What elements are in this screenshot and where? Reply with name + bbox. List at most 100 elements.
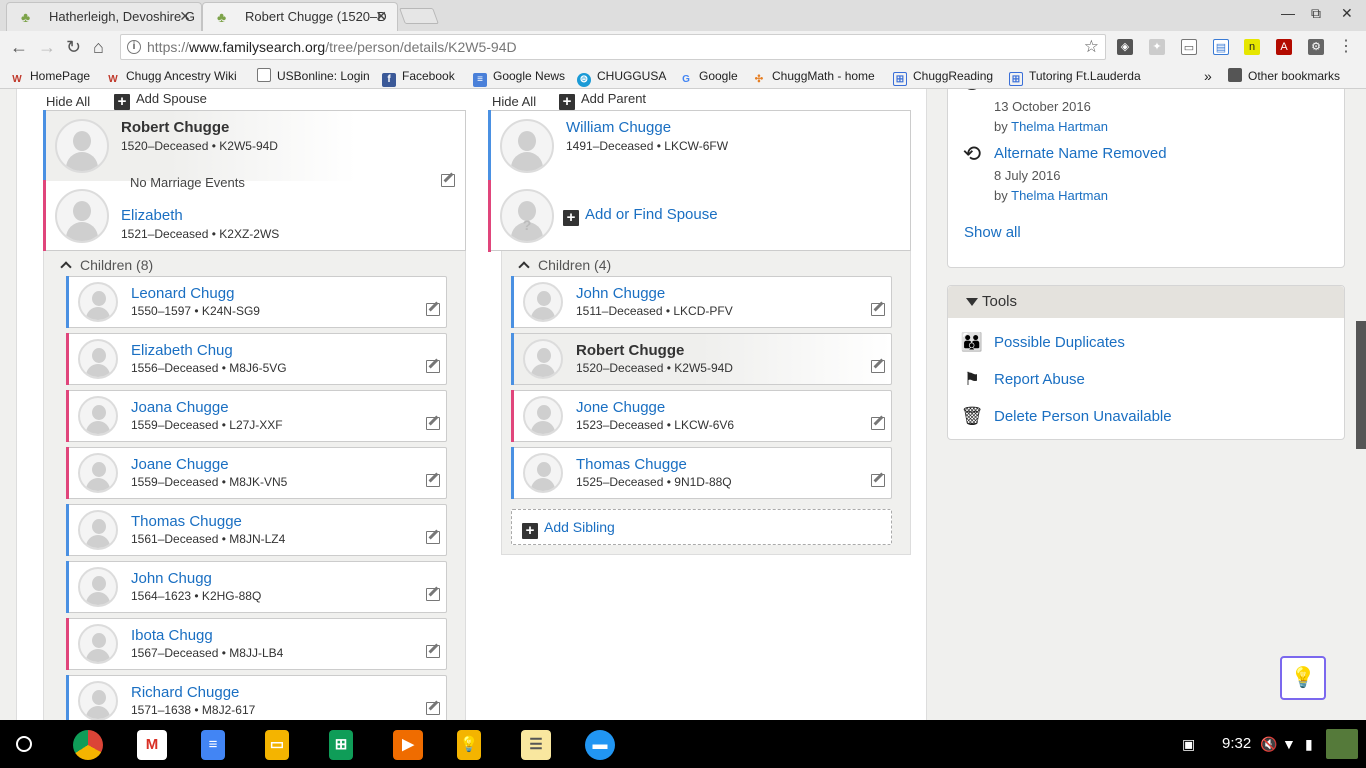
- bookmark-facebook[interactable]: f Facebook: [382, 68, 455, 87]
- cast-icon[interactable]: ▭: [1181, 39, 1197, 55]
- edit-couple-icon[interactable]: [441, 174, 455, 187]
- possible-duplicates-link[interactable]: Possible Duplicates: [994, 334, 1125, 351]
- edit-relationship-icon[interactable]: [426, 588, 440, 601]
- person-lifespan-id: 1559–Deceased • M8JK-VN5: [131, 475, 288, 489]
- person-name-link[interactable]: John Chugg: [131, 570, 212, 587]
- siblings-toggle[interactable]: Children (4): [516, 257, 611, 273]
- back-icon[interactable]: ←: [10, 37, 28, 57]
- bookmark-google[interactable]: G Google: [679, 68, 738, 87]
- pdf-icon[interactable]: A: [1276, 39, 1292, 55]
- edit-relationship-icon[interactable]: [426, 417, 440, 430]
- other-bookmarks[interactable]: Other bookmarks: [1228, 68, 1340, 84]
- change-title-link[interactable]: Alternate Name Removed: [994, 145, 1167, 162]
- gmail-icon[interactable]: M: [137, 730, 167, 760]
- tab-hatherleigh[interactable]: ♣ Hatherleigh, Devoshire G ✕: [6, 2, 202, 31]
- edit-relationship-icon[interactable]: [426, 360, 440, 373]
- edit-relationship-icon[interactable]: [871, 360, 885, 373]
- reload-icon[interactable]: ↻: [66, 37, 81, 57]
- person-name-link[interactable]: Joana Chugge: [131, 399, 229, 416]
- report-abuse-link[interactable]: Report Abuse: [994, 371, 1085, 388]
- show-all-link[interactable]: Show all: [964, 224, 1021, 241]
- edit-relationship-icon[interactable]: [871, 417, 885, 430]
- wifi-icon[interactable]: ▼: [1282, 734, 1296, 754]
- add-spouse-button[interactable]: + Add Spouse: [114, 91, 207, 110]
- battery-icon[interactable]: ▮: [1305, 734, 1313, 754]
- delete-person-link[interactable]: Delete Person Unavailable: [994, 408, 1172, 425]
- person-name-link[interactable]: Thomas Chugge: [131, 513, 242, 530]
- bookmarks-overflow-icon[interactable]: »: [1204, 68, 1212, 84]
- url-text[interactable]: https://www.familysearch.org/tree/person…: [147, 35, 517, 59]
- bookmark-google-news[interactable]: ≡ Google News: [473, 68, 565, 87]
- print-extension-icon[interactable]: ▤: [1213, 39, 1229, 55]
- extension-puzzle-icon[interactable]: ✦: [1149, 39, 1165, 55]
- add-or-find-spouse-button[interactable]: + Add or Find Spouse: [563, 206, 718, 226]
- edit-relationship-icon[interactable]: [426, 531, 440, 544]
- bookmark-chuggmath[interactable]: ✣ ChuggMath - home: [752, 68, 875, 87]
- tab-robert-chugge[interactable]: ♣ Robert Chugge (1520–D ✕: [202, 2, 398, 31]
- add-parent-button[interactable]: + Add Parent: [559, 91, 646, 110]
- edit-relationship-icon[interactable]: [871, 474, 885, 487]
- n-extension-icon[interactable]: n: [1244, 39, 1260, 55]
- father-name-link[interactable]: William Chugge: [566, 119, 671, 136]
- tractor-extension-icon[interactable]: ⚙: [1308, 39, 1324, 55]
- screenshot-icon[interactable]: ▣: [1182, 734, 1195, 754]
- home-icon[interactable]: ⌂: [93, 37, 104, 57]
- author-link[interactable]: Thelma Hartman: [1011, 119, 1108, 134]
- person-name-link[interactable]: Ibota Chugg: [131, 627, 213, 644]
- person-lifespan-id: 1571–1638 • M8J2-617: [131, 703, 256, 717]
- keep-icon[interactable]: 💡: [457, 730, 481, 760]
- author-link[interactable]: Thelma Hartman: [1011, 188, 1108, 203]
- clock[interactable]: 9:32: [1222, 734, 1251, 754]
- bookmark-chuggreading[interactable]: ⊞ ChuggReading: [893, 68, 993, 86]
- person-name-link[interactable]: Jone Chugge: [576, 399, 665, 416]
- address-bar[interactable]: i https://www.familysearch.org/tree/pers…: [120, 34, 1106, 60]
- bookmark-star-icon[interactable]: ☆: [1084, 37, 1099, 57]
- browser-menu-icon[interactable]: ⋮: [1338, 39, 1354, 55]
- launcher-icon[interactable]: [16, 736, 32, 752]
- maximize-icon[interactable]: ⧉: [1311, 5, 1321, 22]
- close-tab-icon[interactable]: ✕: [179, 3, 191, 30]
- chrome-icon[interactable]: [73, 730, 103, 760]
- edit-relationship-icon[interactable]: [426, 702, 440, 715]
- children-toggle[interactable]: Children (8): [58, 257, 153, 273]
- edit-relationship-icon[interactable]: [871, 303, 885, 316]
- lightbulb-help-icon[interactable]: 💡: [1280, 656, 1326, 700]
- slides-icon[interactable]: ▭: [265, 730, 289, 760]
- close-window-icon[interactable]: ✕: [1341, 5, 1353, 22]
- person-name-link[interactable]: Joane Chugge: [131, 456, 229, 473]
- close-tab-icon[interactable]: ✕: [375, 3, 387, 30]
- bookmark-homepage[interactable]: W HomePage: [10, 68, 90, 87]
- play-music-icon[interactable]: ▶: [393, 730, 423, 760]
- sheets-icon[interactable]: ⊞: [329, 730, 353, 760]
- hide-all-parents-link[interactable]: Hide All: [492, 94, 536, 109]
- spouse-name-link[interactable]: Elizabeth: [121, 207, 183, 224]
- extension-shield-icon[interactable]: ◈: [1117, 39, 1133, 55]
- person-name-link[interactable]: Richard Chugge: [131, 684, 239, 701]
- edit-relationship-icon[interactable]: [426, 303, 440, 316]
- bookmark-usbonline[interactable]: USBonline: Login: [257, 68, 370, 84]
- files-icon[interactable]: ▬: [585, 730, 615, 760]
- flag-icon: ⚑: [963, 369, 981, 389]
- news-icon: ≡: [473, 73, 487, 87]
- new-tab-button[interactable]: [399, 8, 439, 24]
- minimize-icon[interactable]: —: [1281, 5, 1295, 21]
- bookmark-tutoring[interactable]: ⊞ Tutoring Ft.Lauderda: [1009, 68, 1147, 86]
- person-name-link[interactable]: John Chugge: [576, 285, 665, 302]
- add-sibling-button[interactable]: + Add Sibling: [511, 509, 892, 545]
- site-info-icon[interactable]: i: [127, 40, 141, 54]
- person-name-link[interactable]: Leonard Chugg: [131, 285, 234, 302]
- bookmark-chugg-wiki[interactable]: W Chugg Ancestry Wiki: [106, 68, 236, 87]
- avatar[interactable]: [1326, 729, 1358, 759]
- hide-all-spouses-link[interactable]: Hide All: [46, 94, 90, 109]
- notes-icon[interactable]: ☰: [521, 730, 551, 760]
- docs-icon[interactable]: ≡: [201, 730, 225, 760]
- bookmark-chuggusa[interactable]: ⊜ CHUGGUSA: [577, 68, 666, 87]
- person-name-link[interactable]: Elizabeth Chug: [131, 342, 233, 359]
- edit-relationship-icon[interactable]: [426, 645, 440, 658]
- tools-header[interactable]: Tools: [948, 286, 1344, 318]
- edit-relationship-icon[interactable]: [426, 474, 440, 487]
- mute-icon[interactable]: 🔇: [1260, 734, 1277, 754]
- person-name-link[interactable]: Thomas Chugge: [576, 456, 687, 473]
- forward-icon[interactable]: →: [38, 37, 56, 57]
- scrollbar-thumb[interactable]: [1356, 321, 1366, 449]
